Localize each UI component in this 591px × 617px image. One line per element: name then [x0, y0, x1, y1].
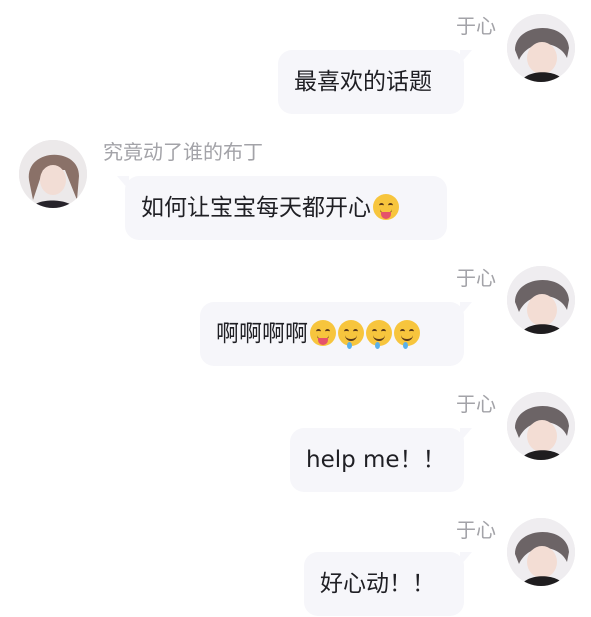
drooling-face-icon: [366, 320, 392, 349]
sender-name: 于心: [456, 14, 496, 38]
avatar[interactable]: [507, 266, 575, 334]
avatar[interactable]: [507, 14, 575, 82]
sender-name: 于心: [456, 392, 496, 416]
message-bubble[interactable]: 如何让宝宝每天都开心: [117, 176, 447, 240]
avatar[interactable]: [19, 140, 87, 208]
squinting-tongue-icon: [310, 320, 336, 346]
message-bubble[interactable]: 最喜欢的话题: [278, 50, 472, 114]
chat-message: 究竟动了谁的布丁 如何让宝宝每天都开心: [0, 132, 591, 242]
chat-message: 于心 啊啊啊啊: [0, 260, 591, 370]
message-bubble[interactable]: 好心动！！: [304, 552, 472, 616]
sender-name: 于心: [456, 518, 496, 542]
message-text: 如何让宝宝每天都开心: [141, 195, 371, 221]
message-text: help me！！: [306, 447, 446, 473]
message-bubble[interactable]: 啊啊啊啊: [200, 302, 472, 366]
message-text: 啊啊啊啊: [216, 321, 308, 347]
sender-name: 究竟动了谁的布丁: [103, 140, 263, 164]
chat-message: 于心 最喜欢的话题: [0, 8, 591, 118]
sender-name: 于心: [456, 266, 496, 290]
avatar[interactable]: [507, 392, 575, 460]
yum-face-icon: [373, 194, 399, 220]
message-bubble[interactable]: help me！！: [290, 428, 472, 492]
message-text: 好心动！！: [320, 571, 435, 597]
drooling-face-icon: [338, 320, 364, 349]
avatar[interactable]: [507, 518, 575, 586]
drooling-face-icon: [394, 320, 420, 349]
chat-message: 于心 help me！！: [0, 386, 591, 496]
chat-message: 于心 好心动！！: [0, 512, 591, 617]
message-text: 最喜欢的话题: [294, 69, 432, 95]
